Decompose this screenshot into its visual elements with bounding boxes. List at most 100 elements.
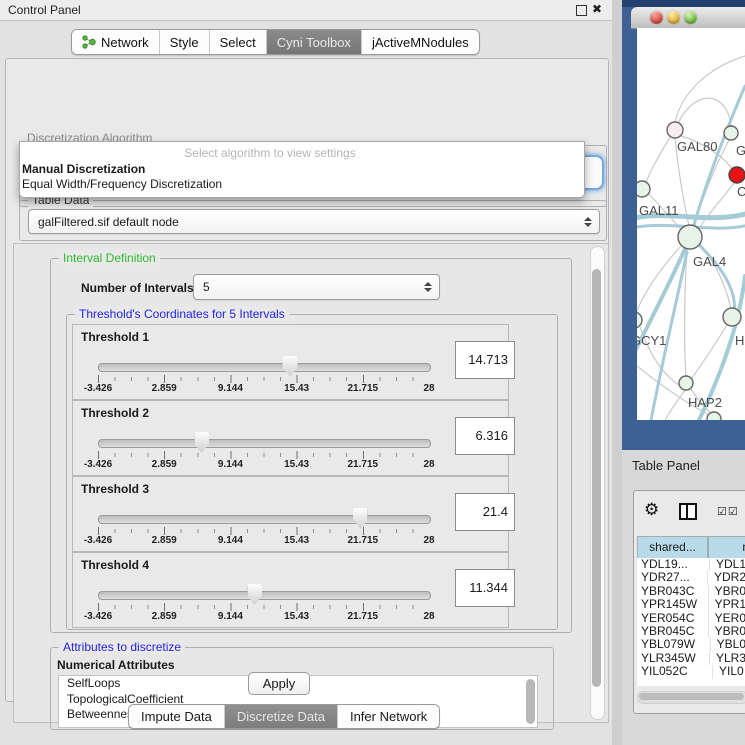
- slider-thumb[interactable]: [247, 584, 262, 605]
- table-row[interactable]: YBR043CYBR0: [637, 585, 745, 598]
- tick-label: 9.144: [218, 459, 243, 470]
- table-panel-window: ⚙ ☑☑ shared... na YDL19...YDL1 YDR27...Y…: [633, 490, 745, 714]
- tick-label: -3.426: [84, 383, 112, 394]
- threshold-1-panel: Threshold 1 -3.426 2.859 9.144 15.43: [72, 324, 509, 400]
- thresholds-group-title: Threshold's Coordinates for 5 Intervals: [75, 307, 289, 321]
- column-header-shared-name[interactable]: shared...: [637, 536, 708, 559]
- number-of-intervals-label: Number of Intervals: [81, 281, 194, 295]
- tab-impute-data[interactable]: Impute Data: [129, 705, 225, 728]
- minimize-traffic-light[interactable]: [667, 11, 680, 24]
- table-rows: YDL19...YDL1 YDR27...YDR2 YBR043CYBR0 YP…: [637, 558, 745, 686]
- tick-label: 15.43: [284, 383, 309, 394]
- tab-discretize-data[interactable]: Discretize Data: [225, 705, 338, 728]
- zoom-traffic-light[interactable]: [684, 11, 697, 24]
- node-label: HAP2: [688, 395, 722, 410]
- threshold-1-value-field[interactable]: 14.713: [455, 341, 515, 379]
- slider-track[interactable]: [98, 363, 431, 372]
- tab-style[interactable]: Style: [160, 30, 210, 54]
- scrollbar-thumb[interactable]: [639, 693, 744, 700]
- node-selected-red[interactable]: [729, 167, 745, 183]
- network-window-titlebar[interactable]: [631, 7, 745, 29]
- window-frame-edge: [622, 0, 745, 7]
- table-row[interactable]: YDL19...YDL1: [637, 558, 745, 571]
- tab-select[interactable]: Select: [210, 30, 267, 54]
- tick-label: 9.144: [218, 611, 243, 622]
- node-h[interactable]: [723, 308, 741, 326]
- tick-label: 28: [423, 611, 434, 622]
- slider-track[interactable]: [98, 515, 431, 524]
- threshold-4-panel: Threshold 4 -3.426 2.859 9.144 15.43: [72, 552, 509, 628]
- tab-network[interactable]: Network: [72, 30, 160, 54]
- panel-scrollbar[interactable]: [590, 246, 605, 720]
- column-header-name[interactable]: na: [708, 536, 745, 559]
- slider-track[interactable]: [98, 439, 431, 448]
- slider-thumb[interactable]: [282, 356, 297, 377]
- node-gal11[interactable]: [637, 181, 650, 197]
- slider-tick-labels: -3.426 2.859 9.144 15.43 21.715 28: [98, 535, 429, 547]
- threshold-1-slider[interactable]: -3.426 2.859 9.144 15.43 21.715 28: [93, 355, 433, 397]
- table-row[interactable]: YLR345WYLR3: [637, 652, 745, 665]
- node-gcy1[interactable]: [637, 312, 642, 328]
- tick-label: 28: [423, 383, 434, 394]
- node-bottom[interactable]: [707, 412, 721, 420]
- table-data-combobox[interactable]: galFiltered.sif default node: [28, 209, 600, 234]
- node-label: GAL4: [693, 254, 726, 269]
- threshold-2-label: Threshold 2: [81, 406, 149, 420]
- algorithm-option-manual[interactable]: Manual Discretization: [22, 162, 582, 177]
- tick-label: -3.426: [84, 611, 112, 622]
- node-hap2[interactable]: [679, 376, 693, 390]
- spinner-arrows-icon: [583, 217, 592, 227]
- table-row[interactable]: YBL079WYBL0: [637, 638, 745, 651]
- tab-infer-network[interactable]: Infer Network: [338, 705, 439, 728]
- table-row[interactable]: YDR27...YDR2: [637, 571, 745, 584]
- node-gal4[interactable]: [678, 225, 702, 249]
- node-top-right[interactable]: [724, 126, 738, 140]
- cell: YIL0: [712, 665, 744, 678]
- scrollbar-thumb[interactable]: [592, 269, 601, 687]
- threshold-4-value-field[interactable]: 11.344: [455, 569, 515, 607]
- cell: YPR145W: [637, 598, 708, 611]
- gear-icon[interactable]: ⚙: [644, 501, 659, 518]
- tab-cyni-toolbox[interactable]: Cyni Toolbox: [267, 30, 362, 54]
- node-gal80[interactable]: [667, 122, 683, 138]
- apply-button[interactable]: Apply: [248, 672, 310, 695]
- slider-track[interactable]: [98, 591, 431, 600]
- threshold-2-slider[interactable]: -3.426 2.859 9.144 15.43 21.715 28: [93, 431, 433, 473]
- tick-label: 28: [423, 459, 434, 470]
- tick-label: 15.43: [284, 535, 309, 546]
- threshold-2-value-field[interactable]: 6.316: [455, 417, 515, 455]
- checkboxes-icon[interactable]: ☑☑: [717, 505, 739, 518]
- table-horizontal-scrollbar[interactable]: [637, 691, 745, 704]
- cell: YBR0: [708, 585, 745, 598]
- network-canvas[interactable]: GAL80 G C GAL11 GAL4 GCY1 H HAP2: [637, 28, 745, 420]
- table-row[interactable]: YPR145WYPR1: [637, 598, 745, 611]
- cell: YER0: [708, 612, 745, 625]
- table-row[interactable]: YIL052CYIL0: [637, 665, 745, 678]
- list-scrollbar[interactable]: [526, 679, 535, 724]
- tick-label: 2.859: [152, 611, 177, 622]
- table-row[interactable]: YBR045CYBR0: [637, 625, 745, 638]
- slider-thumb[interactable]: [194, 432, 209, 453]
- node-label: GCY1: [637, 333, 666, 348]
- bottom-tab-bar: Impute Data Discretize Data Infer Networ…: [128, 704, 440, 729]
- panel-divider[interactable]: [612, 0, 622, 745]
- number-of-intervals-value: 5: [194, 280, 423, 294]
- close-icon[interactable]: ✖: [592, 2, 602, 16]
- slider-thumb[interactable]: [353, 508, 368, 529]
- number-of-intervals-combobox[interactable]: 5: [193, 274, 440, 300]
- threshold-4-slider[interactable]: -3.426 2.859 9.144 15.43 21.715 28: [93, 583, 433, 625]
- threshold-3-slider[interactable]: -3.426 2.859 9.144 15.43 21.715 28: [93, 507, 433, 549]
- float-window-icon[interactable]: [576, 5, 587, 16]
- columns-icon[interactable]: [679, 503, 697, 520]
- node-label: H: [735, 333, 744, 348]
- table-panel-title: Table Panel: [632, 458, 700, 473]
- thresholds-group: Threshold's Coordinates for 5 Intervals …: [66, 314, 558, 630]
- tab-jactivemnodules[interactable]: jActiveMNodules: [362, 30, 479, 54]
- table-row[interactable]: YER054CYER0: [637, 612, 745, 625]
- close-traffic-light[interactable]: [650, 11, 663, 24]
- cell: YIL052C: [637, 665, 712, 678]
- threshold-3-label: Threshold 3: [81, 482, 149, 496]
- cell: YBR043C: [637, 585, 708, 598]
- algorithm-option-equal-width[interactable]: Equal Width/Frequency Discretization: [22, 177, 582, 192]
- threshold-3-value-field[interactable]: 21.4: [455, 493, 515, 531]
